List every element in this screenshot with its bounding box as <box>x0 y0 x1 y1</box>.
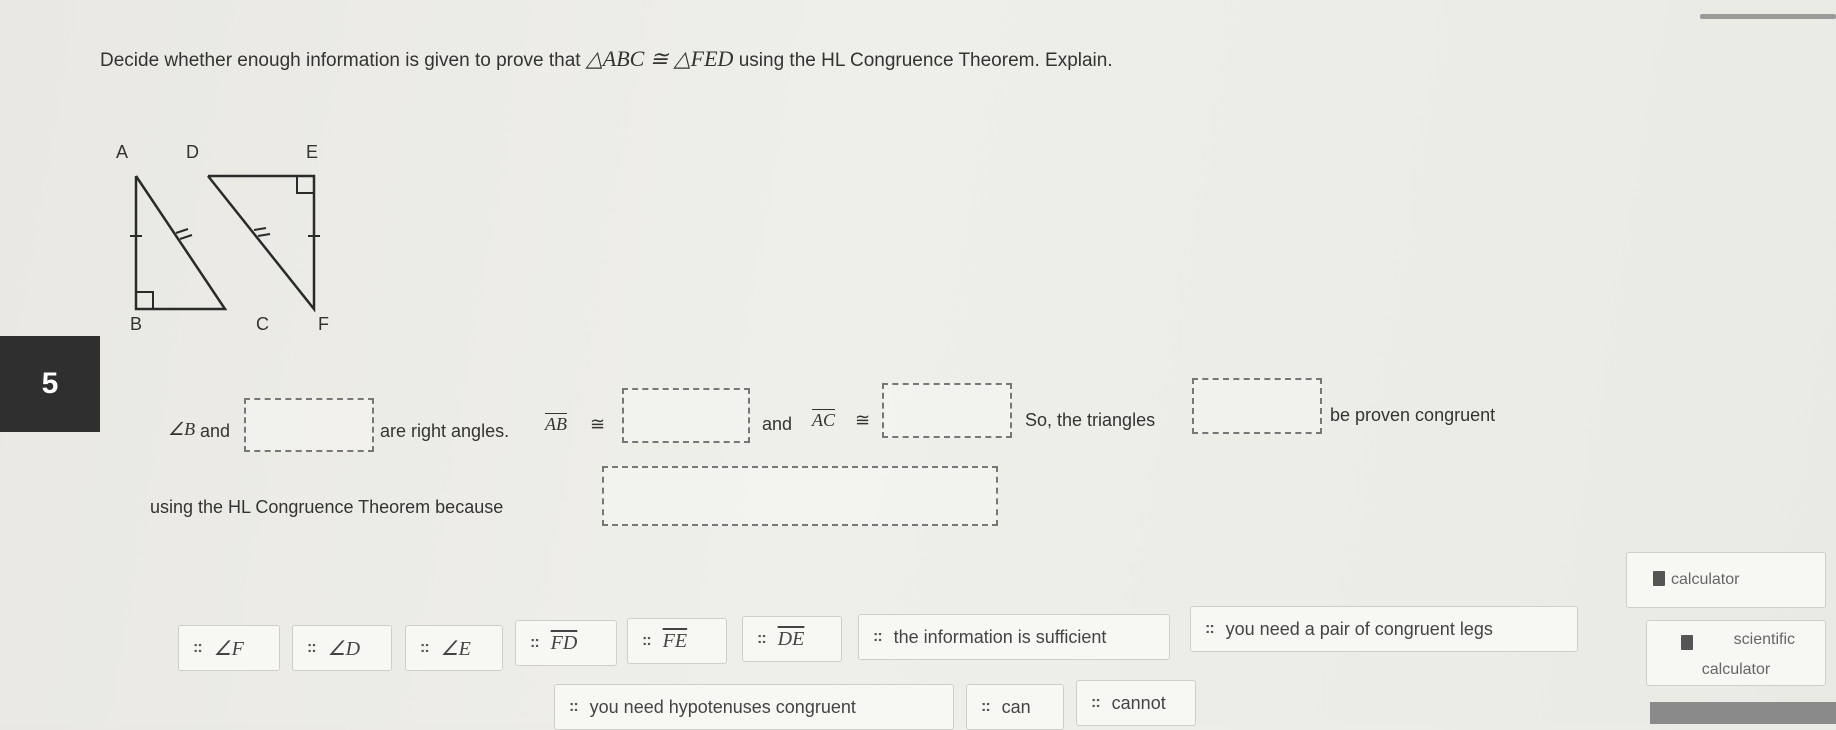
calculator-label: calculator <box>1671 571 1740 588</box>
calculator-icon <box>1653 571 1665 586</box>
footer-bar <box>1650 702 1836 724</box>
choice-label: can <box>1001 696 1031 717</box>
vertex-label-f: F <box>318 314 329 334</box>
drag-handle-icon: :: <box>981 698 991 715</box>
congruent-symbol-1: ≅ <box>590 414 606 434</box>
using-hl-text: using the HL Congruence Theorem because <box>150 497 504 517</box>
drag-handle-icon: :: <box>307 639 317 656</box>
choice-label: cannot <box>1111 692 1166 713</box>
drag-handle-icon: :: <box>1205 620 1215 637</box>
angle-b: ∠B <box>168 419 196 439</box>
triangles-diagram <box>130 174 320 313</box>
drag-handle-icon: :: <box>757 630 767 647</box>
blank-can-cannot[interactable] <box>1192 378 1322 434</box>
vertex-label-c: C <box>256 314 269 334</box>
vertex-label-b: B <box>130 314 143 334</box>
prompt-tail: using the HL Congruence Theorem. Explain… <box>738 50 1113 71</box>
and-text-1: and <box>200 421 231 441</box>
be-proven-text: be proven congruent <box>1330 405 1496 425</box>
choice-congruent-legs[interactable]: :: you need a pair of congruent legs <box>1190 606 1578 652</box>
choice-information-sufficient[interactable]: :: the information is sufficient <box>858 614 1170 660</box>
drag-handle-icon: :: <box>1091 694 1101 711</box>
choice-segment-fe[interactable]: :: FE <box>627 618 727 664</box>
drag-handle-icon: :: <box>873 628 883 645</box>
and-text-2: and <box>762 414 793 434</box>
choice-angle-e[interactable]: :: ∠E <box>405 625 503 671</box>
prompt-text: Decide whether enough information is giv… <box>100 50 581 71</box>
choice-cannot[interactable]: :: cannot <box>1076 680 1196 726</box>
choice-angle-d[interactable]: :: ∠D <box>292 625 392 671</box>
choice-hypotenuses-congruent[interactable]: :: you need hypotenuses congruent <box>554 684 954 730</box>
so-triangles-text: So, the triangles <box>1025 410 1156 430</box>
choice-angle-f[interactable]: :: ∠F <box>178 625 280 671</box>
choice-label: DE <box>777 627 805 650</box>
congruent-symbol-2: ≅ <box>855 410 871 430</box>
scientific-calculator-button[interactable]: scientific calculator <box>1646 620 1826 686</box>
segment-ab: AB <box>545 414 567 434</box>
blank-reason[interactable] <box>602 466 998 526</box>
drag-handle-icon: :: <box>569 698 579 715</box>
blank-segment-1[interactable] <box>622 388 750 443</box>
blank-angle[interactable] <box>244 398 374 452</box>
calculator-icon <box>1681 635 1693 650</box>
drag-handle-icon: :: <box>642 632 652 649</box>
choice-label: ∠D <box>327 637 361 660</box>
choice-label: you need hypotenuses congruent <box>589 696 856 717</box>
choice-can[interactable]: :: can <box>966 684 1064 730</box>
choice-label: you need a pair of congruent legs <box>1225 618 1493 639</box>
vertex-label-e: E <box>306 142 319 162</box>
choice-label: ∠E <box>440 637 471 660</box>
choice-label: ∠F <box>213 637 244 660</box>
scientific-label: scientific <box>1733 631 1795 648</box>
drag-handle-icon: :: <box>193 639 203 656</box>
choice-segment-de[interactable]: :: DE <box>742 616 842 662</box>
scientific-label-line2: calculator <box>1701 661 1771 678</box>
question-number: 5 <box>0 336 100 432</box>
drag-handle-icon: :: <box>420 639 430 656</box>
question-prompt: Decide whether enough information is giv… <box>100 46 1113 72</box>
segment-ac: AC <box>812 410 836 430</box>
vertex-label-d: D <box>186 142 199 162</box>
are-right-angles-text: are right angles. <box>380 421 510 441</box>
vertex-label-a: A <box>116 142 129 162</box>
prompt-math: △ABC ≅ △FED <box>585 46 734 71</box>
triangle-figure: A D E B C F <box>108 138 338 343</box>
drag-handle-icon: :: <box>530 634 540 651</box>
choice-label: the information is sufficient <box>893 626 1107 647</box>
choice-segment-fd[interactable]: :: FD <box>515 620 617 666</box>
calculator-button[interactable]: calculator <box>1626 552 1826 608</box>
choice-label: FD <box>550 631 578 654</box>
top-scroll-indicator <box>1700 14 1836 19</box>
choice-label: FE <box>662 629 688 652</box>
blank-segment-2[interactable] <box>882 383 1012 438</box>
